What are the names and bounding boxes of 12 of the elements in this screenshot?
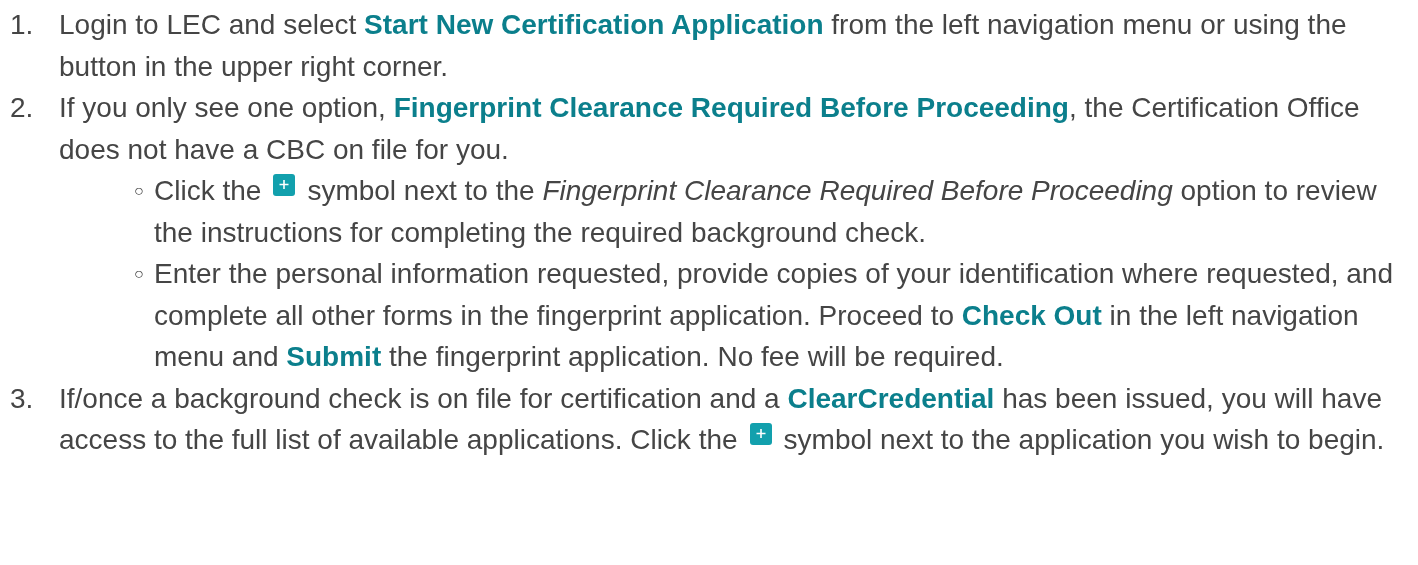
bullet-marker: ○ [134, 264, 145, 284]
substep-text: Click the symbol next to the Fingerprint Clearance Required Before Proceeding option to review the instructions for completing the required background check. [154, 173, 1378, 250]
step-number: 1. [10, 8, 35, 42]
plus-icon [749, 423, 772, 445]
plus-icon [273, 174, 296, 196]
step-text: If you only see one option, Fingerprint Clearance Required Before Proceeding, the Certification Office does not have a CBC on file for you. [59, 91, 1361, 167]
bullet-marker: ○ [134, 181, 145, 201]
step-text: Login to LEC and select Start New Certification Application from the left navigation menu or using the button in the upper right corner. [59, 8, 1348, 84]
substep-text: Enter the personal information requested, provide copies of your identification where requested, and complete all other forms in the fingerprint application. Proceed to Check Out in the left navigation menu and Submit the fingerprint application. No fee will be required. [154, 257, 1394, 374]
step-text: If/once a background check is on file for certification and a ClearCredential has been issued, you will have access to the full list of available applications. Click the symbol next to the application you wish to begin. [59, 381, 1386, 457]
step-number: 2. [10, 91, 35, 125]
step-number: 3. [10, 381, 35, 416]
